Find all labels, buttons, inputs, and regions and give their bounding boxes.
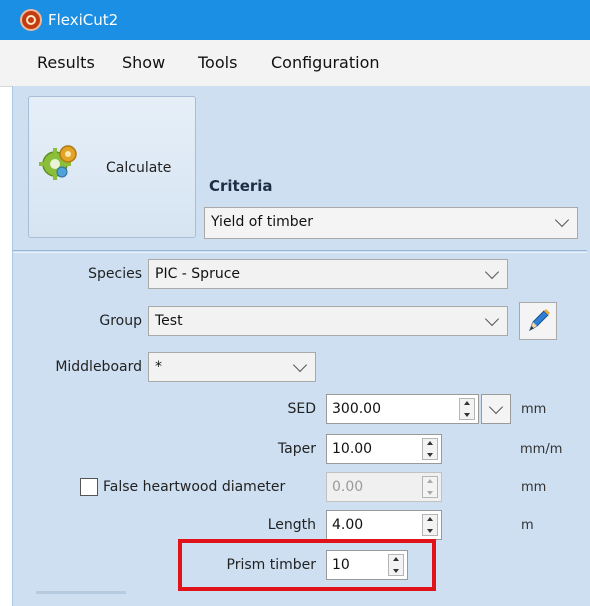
group-value: Test — [155, 313, 183, 329]
chevron-down-icon — [484, 264, 500, 280]
false-heartwood-input[interactable]: 0.00 — [326, 472, 442, 502]
divider-highlight — [13, 252, 587, 253]
sed-unit: mm — [521, 402, 547, 417]
sed-input[interactable]: 300.00 — [326, 394, 479, 424]
middleboard-value: * — [155, 359, 162, 375]
taper-label: Taper — [277, 441, 316, 457]
group-label: Group — [99, 313, 142, 329]
spin-arrows-icon — [422, 476, 438, 498]
length-label: Length — [267, 517, 316, 533]
menu-tools[interactable]: Tools — [198, 53, 237, 72]
chevron-down-icon — [292, 357, 308, 373]
criteria-value: Yield of timber — [211, 214, 313, 230]
length-unit: m — [521, 518, 534, 533]
gears-icon — [39, 145, 77, 180]
sed-dropdown-button[interactable] — [481, 394, 511, 424]
chevron-down-icon — [488, 399, 504, 415]
menu-show[interactable]: Show — [122, 53, 165, 72]
taper-unit: mm/m — [520, 442, 563, 457]
species-select[interactable]: PIC - Spruce — [148, 259, 508, 289]
false-heartwood-label: False heartwood diameter — [103, 479, 286, 495]
spin-arrows-icon[interactable] — [459, 398, 475, 420]
calculate-label: Calculate — [106, 160, 172, 176]
menu-bar: Results Show Tools Configuration — [0, 40, 590, 87]
pencil-icon — [529, 309, 550, 332]
spin-arrows-icon[interactable] — [422, 438, 438, 460]
criteria-select[interactable]: Yield of timber — [204, 207, 578, 239]
species-value: PIC - Spruce — [155, 266, 241, 282]
menu-configuration[interactable]: Configuration — [271, 53, 380, 72]
middleboard-select[interactable]: * — [148, 352, 316, 382]
length-input[interactable]: 4.00 — [326, 510, 442, 540]
false-heartwood-unit: mm — [521, 480, 547, 495]
divider — [13, 250, 587, 251]
false-heartwood-checkbox[interactable] — [80, 478, 98, 496]
criteria-label: Criteria — [209, 177, 273, 195]
calculate-button[interactable]: Calculate — [28, 96, 196, 238]
menu-results[interactable]: Results — [37, 53, 95, 72]
spin-arrows-icon[interactable] — [422, 514, 438, 536]
middleboard-label: Middleboard — [55, 359, 142, 375]
species-label: Species — [88, 266, 142, 282]
highlight-box — [178, 539, 436, 591]
sed-value: 300.00 — [332, 401, 381, 417]
false-heartwood-value: 0.00 — [332, 479, 364, 495]
group-select[interactable]: Test — [148, 306, 508, 336]
title-bar: FlexiCut2 — [0, 0, 590, 40]
length-value: 4.00 — [332, 517, 364, 533]
chevron-down-icon — [484, 311, 500, 327]
window-title: FlexiCut2 — [48, 11, 119, 29]
chevron-down-icon — [554, 212, 570, 228]
taper-input[interactable]: 10.00 — [326, 434, 442, 464]
sed-label: SED — [287, 401, 316, 417]
app-icon — [20, 9, 42, 31]
taper-value: 10.00 — [332, 441, 373, 457]
edit-group-button[interactable] — [519, 302, 557, 340]
